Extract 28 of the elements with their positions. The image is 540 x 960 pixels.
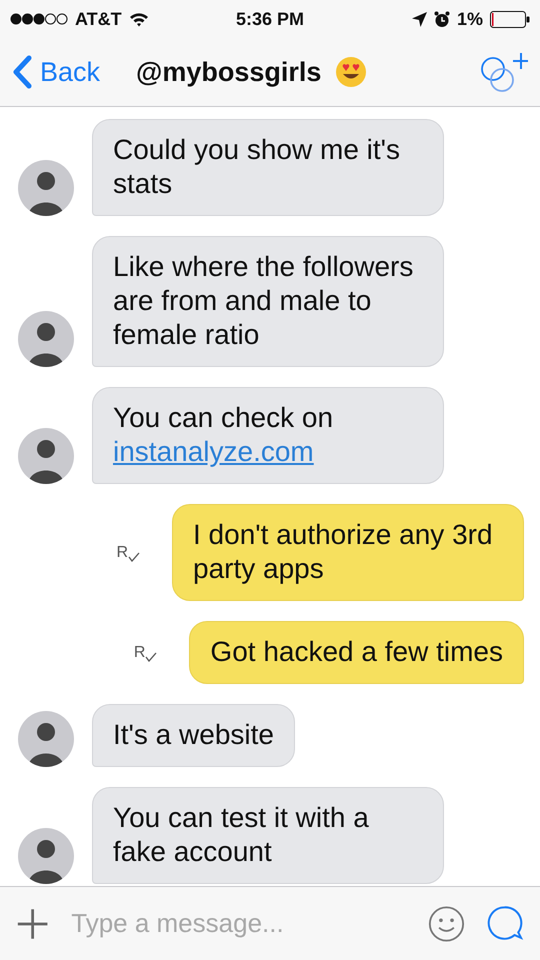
message-bubble: Got hacked a few times	[189, 621, 524, 684]
message-bubble: It's a website	[92, 704, 295, 767]
message-composer[interactable]: Type a message...	[0, 886, 540, 960]
smiley-icon[interactable]	[428, 904, 466, 944]
read-receipt-mark: R	[116, 544, 128, 562]
check-icon	[145, 652, 158, 662]
message-bubble: Like where the followers are from and male to female ratio	[92, 236, 444, 367]
read-receipt-mark: R	[134, 644, 146, 662]
add-people-icon[interactable]	[478, 51, 528, 93]
location-arrow-icon	[412, 12, 427, 26]
wifi-icon	[128, 12, 149, 26]
signal-icon	[10, 13, 68, 25]
back-button[interactable]: Back	[12, 55, 100, 89]
message-bubble: I don't authorize any 3rd party apps	[172, 504, 524, 601]
battery-icon	[490, 10, 530, 28]
chevron-left-icon	[12, 55, 32, 89]
carrier-name: AT&T	[75, 8, 122, 30]
heart-eyes-emoji-icon	[335, 56, 368, 88]
status-time: 5:36 PM	[236, 8, 304, 30]
check-icon	[128, 552, 140, 562]
battery-percent: 1%	[456, 8, 483, 30]
message-input[interactable]: Type a message...	[69, 907, 408, 940]
message-bubble: Could you show me it's stats	[92, 119, 444, 216]
alarm-clock-icon	[434, 10, 450, 28]
link[interactable]: instanalyze.com	[113, 436, 314, 467]
message-bubble: You can check on instanalyze.com	[92, 387, 444, 484]
chat-title: @mybossgirls	[136, 56, 322, 88]
message-bubble: You can test it with a fake account	[92, 787, 444, 884]
